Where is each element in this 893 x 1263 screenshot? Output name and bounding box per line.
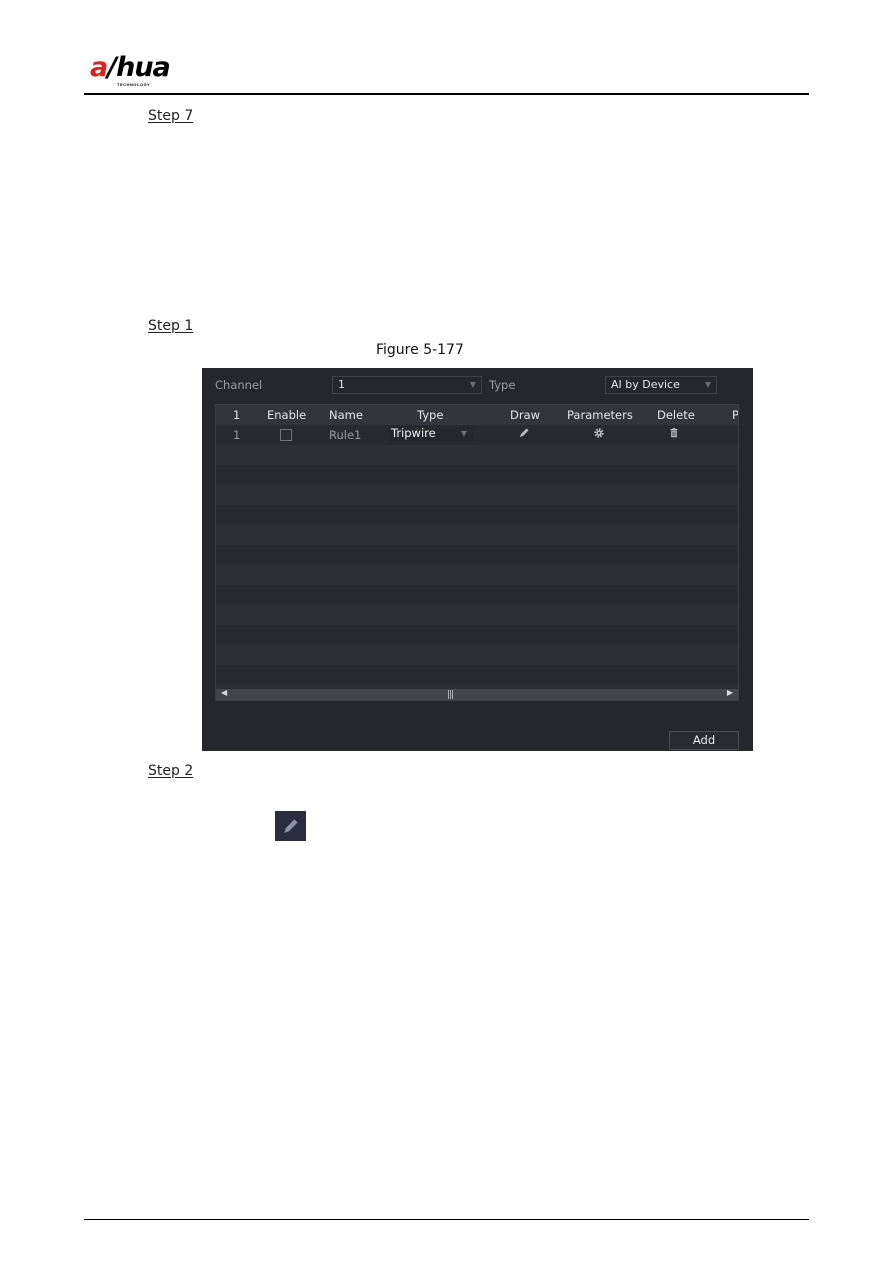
brand-subtitle: TECHNOLOGY <box>117 82 151 87</box>
brand-wordmark: a/hua <box>90 52 171 83</box>
table-row[interactable]: 1 Rule1 Tripwire ▼ <box>216 425 738 445</box>
empty-row <box>216 645 738 665</box>
dahua-logo: a/hua TECHNOLOGY <box>90 52 190 90</box>
header-divider <box>84 93 809 95</box>
column-header-draw: Draw <box>510 408 541 422</box>
step-2-label: Step 2 <box>148 763 194 779</box>
column-header-name: Name <box>329 408 363 422</box>
column-header-enable: Enable <box>267 408 307 422</box>
column-header-index: 1 <box>233 408 241 422</box>
type-select[interactable]: AI by Device ▼ <box>605 376 717 394</box>
column-header-p: P <box>732 408 739 422</box>
column-header-type: Type <box>417 408 444 422</box>
column-header-parameters: Parameters <box>567 408 633 422</box>
empty-row <box>216 665 738 685</box>
empty-row <box>216 625 738 645</box>
enable-checkbox[interactable] <box>280 429 292 441</box>
step-1-label: Step 1 <box>148 318 194 334</box>
horizontal-scrollbar[interactable]: ◀ ||| ▶ <box>216 688 738 700</box>
empty-row <box>216 565 738 585</box>
scroll-right-icon[interactable]: ▶ <box>727 688 733 697</box>
empty-row <box>216 545 738 565</box>
empty-row <box>216 605 738 625</box>
row-index: 1 <box>233 428 241 442</box>
figure-caption: Figure 5-177 <box>376 342 464 358</box>
empty-row <box>216 465 738 485</box>
footer-divider <box>84 1219 809 1220</box>
grip-icon: ||| <box>447 690 454 700</box>
rule-type-select[interactable]: Tripwire ▼ <box>389 426 473 442</box>
pencil-icon <box>275 811 306 841</box>
scroll-left-icon[interactable]: ◀ <box>221 688 227 697</box>
chevron-down-icon: ▼ <box>460 429 467 438</box>
rule-name: Rule1 <box>329 428 362 442</box>
table-header: 1 Enable Name Type Draw Parameters Delet… <box>216 405 738 425</box>
type-label: Type <box>489 378 516 392</box>
chevron-down-icon: ▼ <box>469 380 476 389</box>
pencil-icon[interactable] <box>517 427 531 441</box>
column-header-delete: Delete <box>657 408 695 422</box>
gear-icon[interactable] <box>592 427 606 441</box>
trash-icon[interactable] <box>667 427 681 441</box>
channel-label: Channel <box>215 378 263 392</box>
scrollbar-thumb[interactable] <box>216 690 738 700</box>
channel-select[interactable]: 1 ▼ <box>332 376 482 394</box>
empty-row <box>216 445 738 465</box>
chevron-down-icon: ▼ <box>704 380 711 389</box>
empty-row <box>216 485 738 505</box>
rule-config-screen: Channel 1 ▼ Type AI by Device ▼ 1 Enable… <box>202 368 753 751</box>
rules-table: 1 Enable Name Type Draw Parameters Delet… <box>215 404 739 701</box>
empty-row <box>216 505 738 525</box>
step-7-label: Step 7 <box>148 108 194 124</box>
empty-row <box>216 525 738 545</box>
empty-row <box>216 585 738 605</box>
add-button[interactable]: Add <box>669 731 739 750</box>
